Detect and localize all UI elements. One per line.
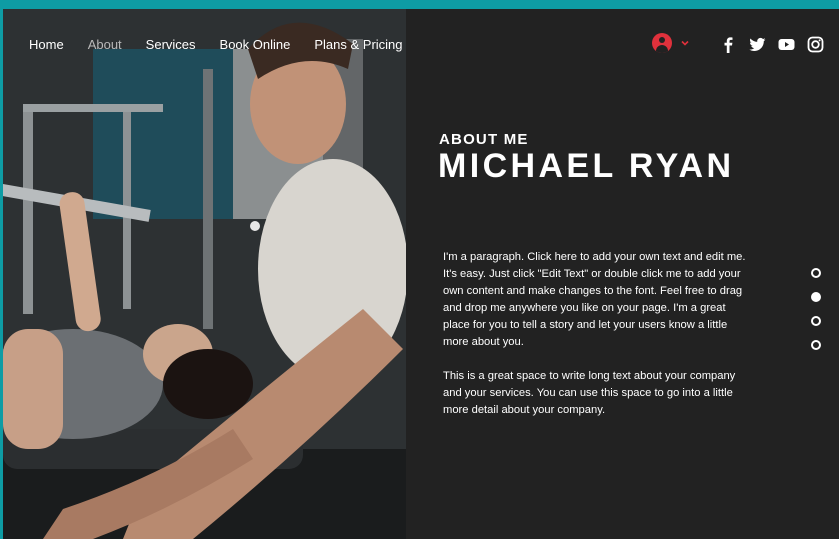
page-title: MICHAEL RYAN <box>438 147 735 185</box>
chevron-down-icon <box>681 40 689 46</box>
about-paragraph-2: This is a great space to write long text… <box>443 370 736 416</box>
account-menu[interactable] <box>652 33 690 53</box>
page-frame: Home About Services Book Online Plans & … <box>3 9 839 539</box>
instagram-icon[interactable] <box>807 36 824 53</box>
about-paragraph-1: I'm a paragraph. Click here to add your … <box>443 251 746 348</box>
section-dot-1[interactable] <box>811 268 821 278</box>
nav-item-home[interactable]: Home <box>29 37 64 52</box>
twitter-icon[interactable] <box>749 36 766 53</box>
youtube-icon[interactable] <box>778 36 795 53</box>
section-dot-3[interactable] <box>811 316 821 326</box>
nav-item-services[interactable]: Services <box>146 37 196 52</box>
social-bar <box>720 36 824 53</box>
user-avatar-icon <box>652 33 672 53</box>
section-dot-nav <box>811 268 821 350</box>
main-nav: Home About Services Book Online Plans & … <box>29 37 427 52</box>
trainer-photo <box>3 9 406 539</box>
section-dot-4[interactable] <box>811 340 821 350</box>
nav-item-book-online[interactable]: Book Online <box>220 37 291 52</box>
section-eyebrow: ABOUT ME <box>439 131 529 148</box>
nav-item-plans-pricing[interactable]: Plans & Pricing <box>314 37 402 52</box>
section-dot-2[interactable] <box>811 292 821 302</box>
nav-item-about[interactable]: About <box>88 37 122 52</box>
about-text: I'm a paragraph. Click here to add your … <box>443 249 749 419</box>
facebook-icon[interactable] <box>720 36 737 53</box>
